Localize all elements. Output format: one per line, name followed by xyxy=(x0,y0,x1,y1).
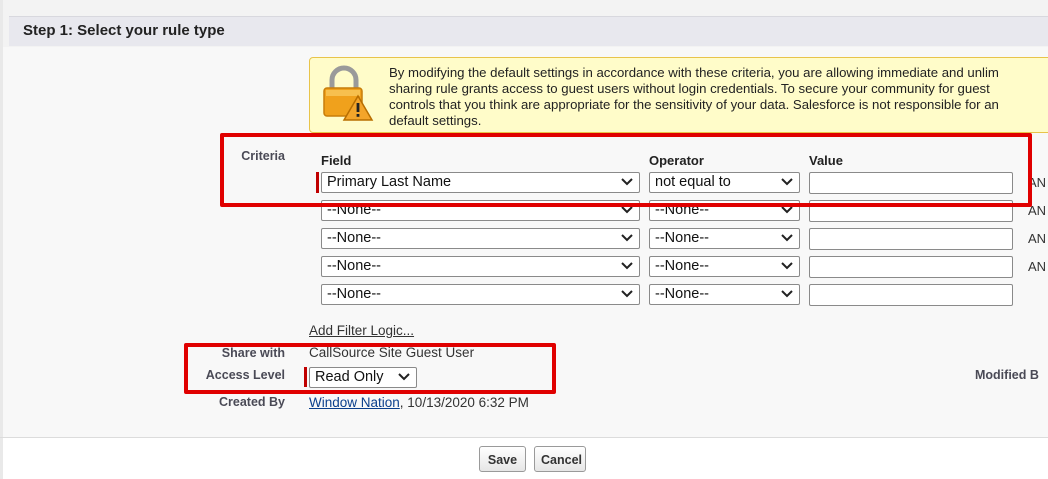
operator-select-4[interactable]: --None-- xyxy=(649,256,800,277)
field-select-3[interactable]: --None-- xyxy=(321,228,640,249)
and-label: AN xyxy=(1028,231,1047,246)
created-by-user-link[interactable]: Window Nation xyxy=(309,395,400,410)
chevron-down-icon xyxy=(781,290,793,298)
created-by-value: Window Nation, 10/13/2020 6:32 PM xyxy=(309,395,529,410)
criteria-highlight-box xyxy=(220,133,1032,207)
modified-by-label: Modified B xyxy=(975,368,1039,382)
field-select-5[interactable]: --None-- xyxy=(321,284,640,305)
chevron-down-icon xyxy=(621,234,633,242)
chevron-down-icon xyxy=(781,262,793,270)
chevron-down-icon xyxy=(621,206,633,214)
chevron-down-icon xyxy=(621,262,633,270)
operator-select-value: --None-- xyxy=(655,286,709,302)
created-by-label: Created By xyxy=(219,395,285,409)
section-title: Step 1: Select your rule type xyxy=(23,22,225,39)
chevron-down-icon xyxy=(781,234,793,242)
add-filter-logic-link[interactable]: Add Filter Logic... xyxy=(309,323,414,338)
lock-warning-icon xyxy=(323,65,374,121)
warning-line: default settings. xyxy=(389,113,482,128)
chevron-down-icon xyxy=(781,206,793,214)
chevron-down-icon xyxy=(621,290,633,298)
field-select-4[interactable]: --None-- xyxy=(321,256,640,277)
cancel-button[interactable]: Cancel xyxy=(534,446,586,472)
left-divider xyxy=(0,0,3,479)
operator-select-5[interactable]: --None-- xyxy=(649,284,800,305)
warning-line: controls that you think are appropriate … xyxy=(389,97,999,112)
access-level-highlight-box xyxy=(184,343,556,394)
and-label: AN xyxy=(1028,259,1047,274)
created-by-date: , 10/13/2020 6:32 PM xyxy=(399,395,529,410)
operator-select-value: --None-- xyxy=(655,258,709,274)
operator-select-3[interactable]: --None-- xyxy=(649,228,800,249)
warning-line: sharing rule grants access to guest user… xyxy=(389,81,990,96)
warning-text: By modifying the default settings in acc… xyxy=(389,65,1048,129)
operator-select-value: --None-- xyxy=(655,230,709,246)
field-select-value: --None-- xyxy=(327,230,381,246)
field-select-value: --None-- xyxy=(327,258,381,274)
value-input-4[interactable] xyxy=(809,256,1013,278)
footer-divider xyxy=(0,437,1048,438)
field-select-value: --None-- xyxy=(327,286,381,302)
warning-line: By modifying the default settings in acc… xyxy=(389,65,999,80)
value-input-3[interactable] xyxy=(809,228,1013,250)
value-input-5[interactable] xyxy=(809,284,1013,306)
save-button[interactable]: Save xyxy=(479,446,526,472)
